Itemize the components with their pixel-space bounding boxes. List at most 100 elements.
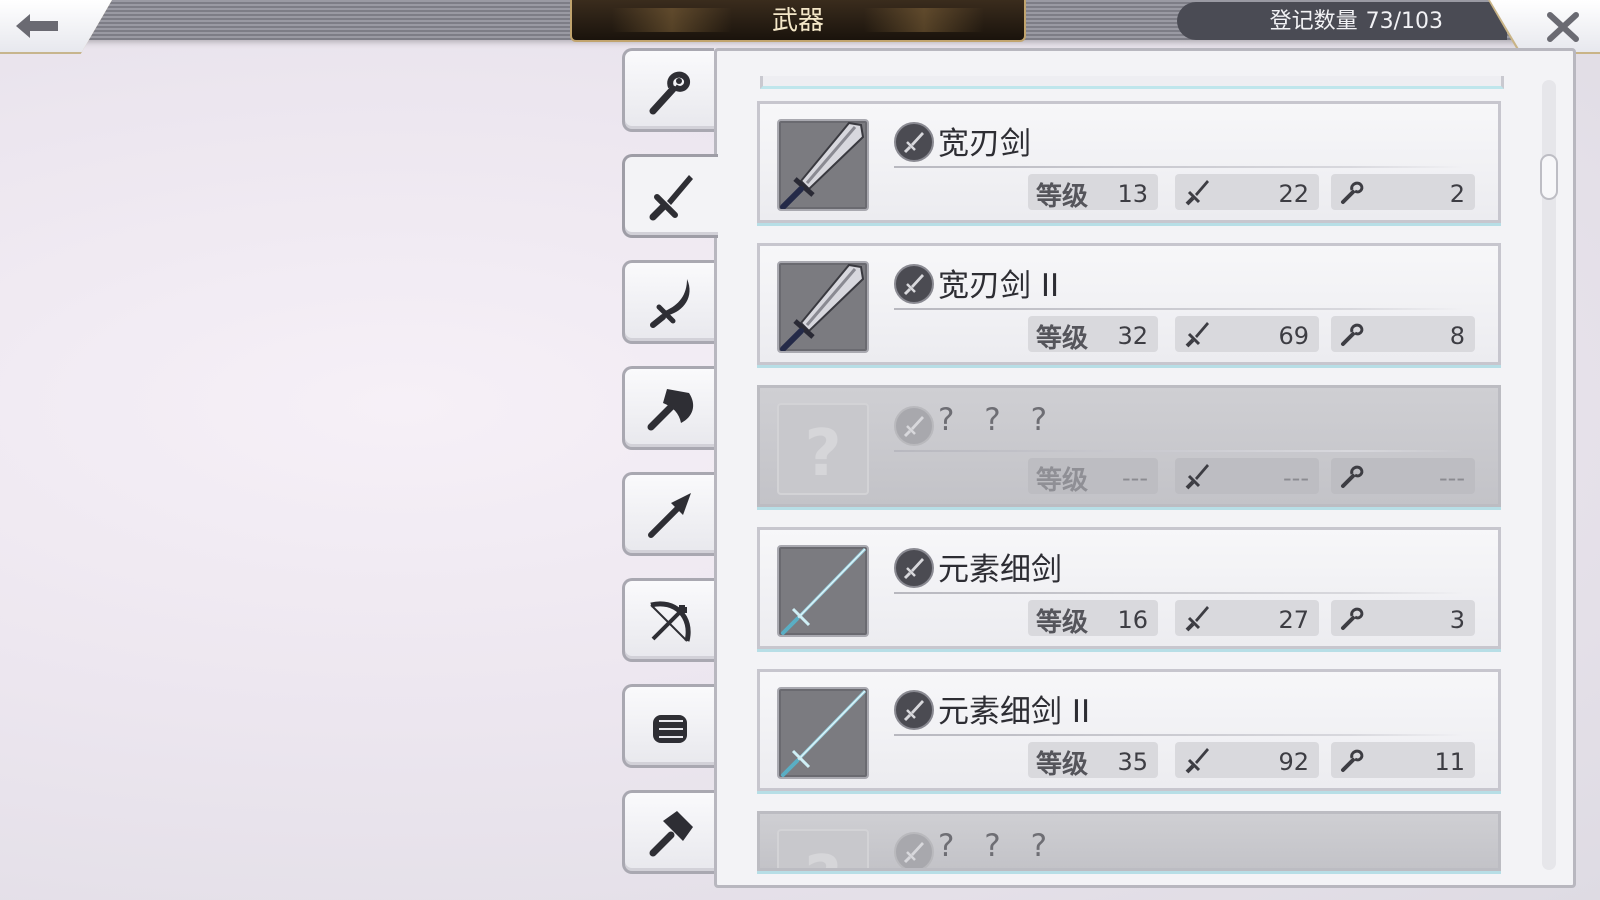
weapon-name: 宽刃剑: [938, 126, 1031, 162]
weapon-type-badge: [894, 832, 934, 868]
weapon-card[interactable]: 元素细剑 等级 16 27 3: [757, 527, 1501, 649]
scimitar-icon: [650, 279, 690, 328]
attack-icon: [1185, 748, 1209, 774]
sword-type-icon: [903, 558, 924, 580]
tab-hammer[interactable]: [622, 790, 714, 874]
tab-spear[interactable]: [622, 472, 714, 556]
divider: [894, 166, 1464, 168]
greatsword-thumbnail-art: [780, 121, 865, 209]
weapon-name: ? ? ?: [938, 402, 1058, 438]
level-value: ---: [1122, 464, 1148, 492]
divider: [894, 734, 1464, 736]
weapon-thumbnail: [777, 119, 869, 211]
magic-value: 11: [1434, 748, 1465, 776]
magic-icon: [1341, 607, 1364, 630]
weapon-thumbnail: [777, 545, 869, 637]
close-button[interactable]: [1490, 0, 1600, 52]
level-stat: 等级 32: [1028, 316, 1158, 354]
magic-icon: [1341, 465, 1364, 488]
sword-type-icon: [903, 842, 924, 864]
divider: [894, 308, 1464, 310]
page-title: 武器: [771, 6, 824, 36]
attack-stat: ---: [1175, 458, 1319, 494]
attack-stat: 22: [1175, 174, 1319, 210]
tab-bow[interactable]: [622, 578, 714, 662]
level-value: 16: [1117, 606, 1148, 634]
attack-icon: [1185, 606, 1209, 632]
weapon-card[interactable]: ? ? ? ? 等级 --- ---: [757, 811, 1501, 871]
scrollbar-thumb[interactable]: [1540, 154, 1558, 200]
level-label: 等级: [1036, 182, 1089, 212]
weapon-name: 元素细剑 II: [938, 694, 1091, 730]
level-stat: 等级 ---: [1028, 458, 1158, 496]
bow-icon: [650, 601, 691, 642]
hammer-icon: [649, 811, 693, 857]
attack-stat: 92: [1175, 742, 1319, 778]
magic-value: 3: [1449, 606, 1465, 634]
attack-stat: 27: [1175, 600, 1319, 636]
weapon-type-badge: [894, 548, 934, 588]
gauntlet-icon: [653, 715, 687, 743]
back-button[interactable]: [0, 0, 112, 54]
tab-staff[interactable]: [622, 48, 714, 132]
registered-count-value: 73/103: [1365, 9, 1443, 34]
attack-icon: [1185, 464, 1209, 490]
weapon-type-badge: [894, 690, 934, 730]
magic-value: 8: [1449, 322, 1465, 350]
registered-count-label: 登记数量: [1269, 9, 1358, 34]
level-label: 等级: [1036, 750, 1089, 780]
weapon-card[interactable]: 元素细剑 II 等级 35 92 11: [757, 669, 1501, 791]
level-value: 35: [1117, 748, 1148, 776]
magic-icon: [1341, 181, 1364, 204]
divider: [894, 450, 1464, 452]
attack-stat: 69: [1175, 316, 1319, 352]
level-label: 等级: [1036, 466, 1089, 496]
magic-icon: [1341, 323, 1364, 346]
tab-gauntlet[interactable]: [622, 684, 714, 768]
magic-icon: [1341, 749, 1364, 772]
unknown-thumbnail-art: ?: [804, 417, 841, 491]
level-stat: 等级 35: [1028, 742, 1158, 780]
attack-value: 22: [1278, 180, 1309, 208]
weapon-name: ? ? ?: [938, 828, 1058, 864]
weapon-card[interactable]: 宽刃剑 等级 13 22 2: [757, 101, 1501, 223]
tab-scimitar[interactable]: [622, 260, 714, 344]
staff-icon: [649, 71, 691, 115]
svg-text:?: ?: [804, 843, 841, 871]
weapon-thumbnail: [777, 687, 869, 779]
rapier-thumbnail-art: [781, 547, 867, 635]
attack-value: 27: [1278, 606, 1309, 634]
magic-stat: 11: [1331, 742, 1475, 778]
level-stat: 等级 16: [1028, 600, 1158, 638]
level-label: 等级: [1036, 608, 1089, 638]
weapon-name: 元素细剑: [938, 552, 1062, 588]
magic-value: 2: [1449, 180, 1465, 208]
sword-type-icon: [903, 700, 924, 722]
divider: [894, 592, 1464, 594]
sword-type-icon: [903, 416, 924, 438]
unknown-thumbnail-art: ?: [804, 843, 841, 871]
sword-type-icon: [903, 274, 924, 296]
weapon-card[interactable]: ? ? ? ? 等级 --- ---: [757, 385, 1501, 507]
attack-value: 69: [1278, 322, 1309, 350]
title-ornament-left: [612, 8, 732, 32]
list-item-partial-top: [760, 76, 1504, 89]
svg-text:?: ?: [804, 417, 841, 491]
attack-value: ---: [1283, 464, 1309, 492]
weapon-thumbnail: [777, 261, 869, 353]
registered-count: 登记数量 73/103: [1177, 2, 1507, 40]
close-icon: [1547, 12, 1579, 42]
greatsword-thumbnail-art: [780, 263, 865, 351]
level-stat: 等级 13: [1028, 174, 1158, 212]
weapon-thumbnail: ?: [777, 403, 869, 495]
tab-sword[interactable]: [622, 154, 718, 238]
magic-value: ---: [1439, 464, 1465, 492]
title-ornament-right: [864, 8, 984, 32]
tab-axe[interactable]: [622, 366, 714, 450]
rapier-thumbnail-art: [781, 689, 867, 777]
weapon-card[interactable]: 宽刃剑 II 等级 32 69 8: [757, 243, 1501, 365]
back-arrow-icon: [16, 14, 58, 38]
axe-icon: [647, 389, 694, 431]
weapon-type-badge: [894, 122, 934, 162]
attack-icon: [1185, 180, 1209, 206]
